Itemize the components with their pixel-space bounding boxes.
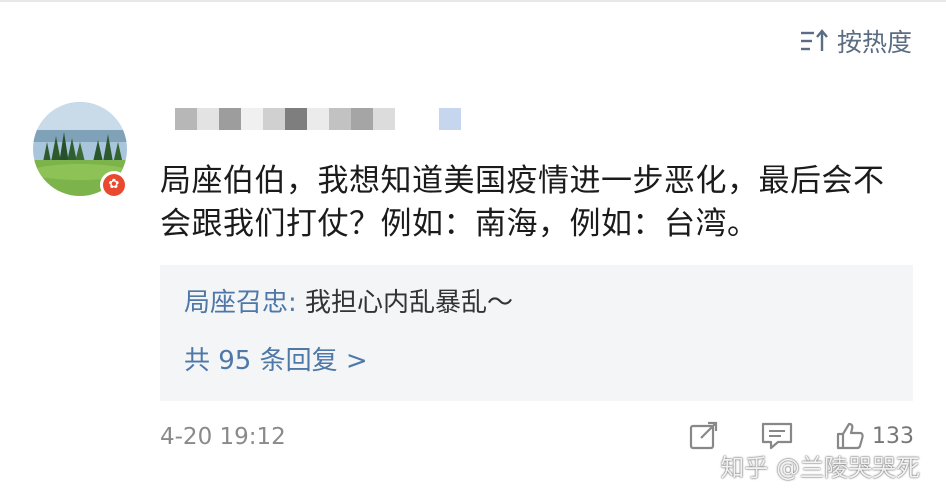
comment-text: 局座伯伯，我想知道美国疫情进一步恶化，最后会不会跟我们打仗？例如：南海，例如：台… <box>160 163 885 242</box>
share-button[interactable] <box>688 420 720 452</box>
view-all-replies-link[interactable]: 共 95 条回复 > <box>184 343 368 379</box>
comment-timestamp: 4-20 19:12 <box>160 424 286 450</box>
reply-text: 我担心内乱暴乱～ <box>296 288 514 318</box>
sort-label: 按热度 <box>836 28 912 57</box>
sort-by-hot-button[interactable]: 按热度 <box>799 22 912 60</box>
sort-icon <box>800 29 828 51</box>
share-icon <box>689 421 718 450</box>
hongkong-flag-icon: ✿ <box>103 174 125 196</box>
reply-author-link[interactable]: 局座召忠: <box>184 288 297 318</box>
like-count: 133 <box>872 423 914 449</box>
hongkong-flag-badge: ✿ <box>100 171 128 199</box>
top-divider <box>0 0 946 2</box>
zhihu-watermark: 知乎 @兰陵哭哭死 <box>720 454 920 482</box>
reply-preview-box[interactable]: 局座召忠: 我担心内乱暴乱～ 共 95 条回复 > <box>160 265 913 401</box>
username-pixelated <box>175 108 461 130</box>
reply-preview: 局座召忠: 我担心内乱暴乱～ <box>184 285 513 321</box>
